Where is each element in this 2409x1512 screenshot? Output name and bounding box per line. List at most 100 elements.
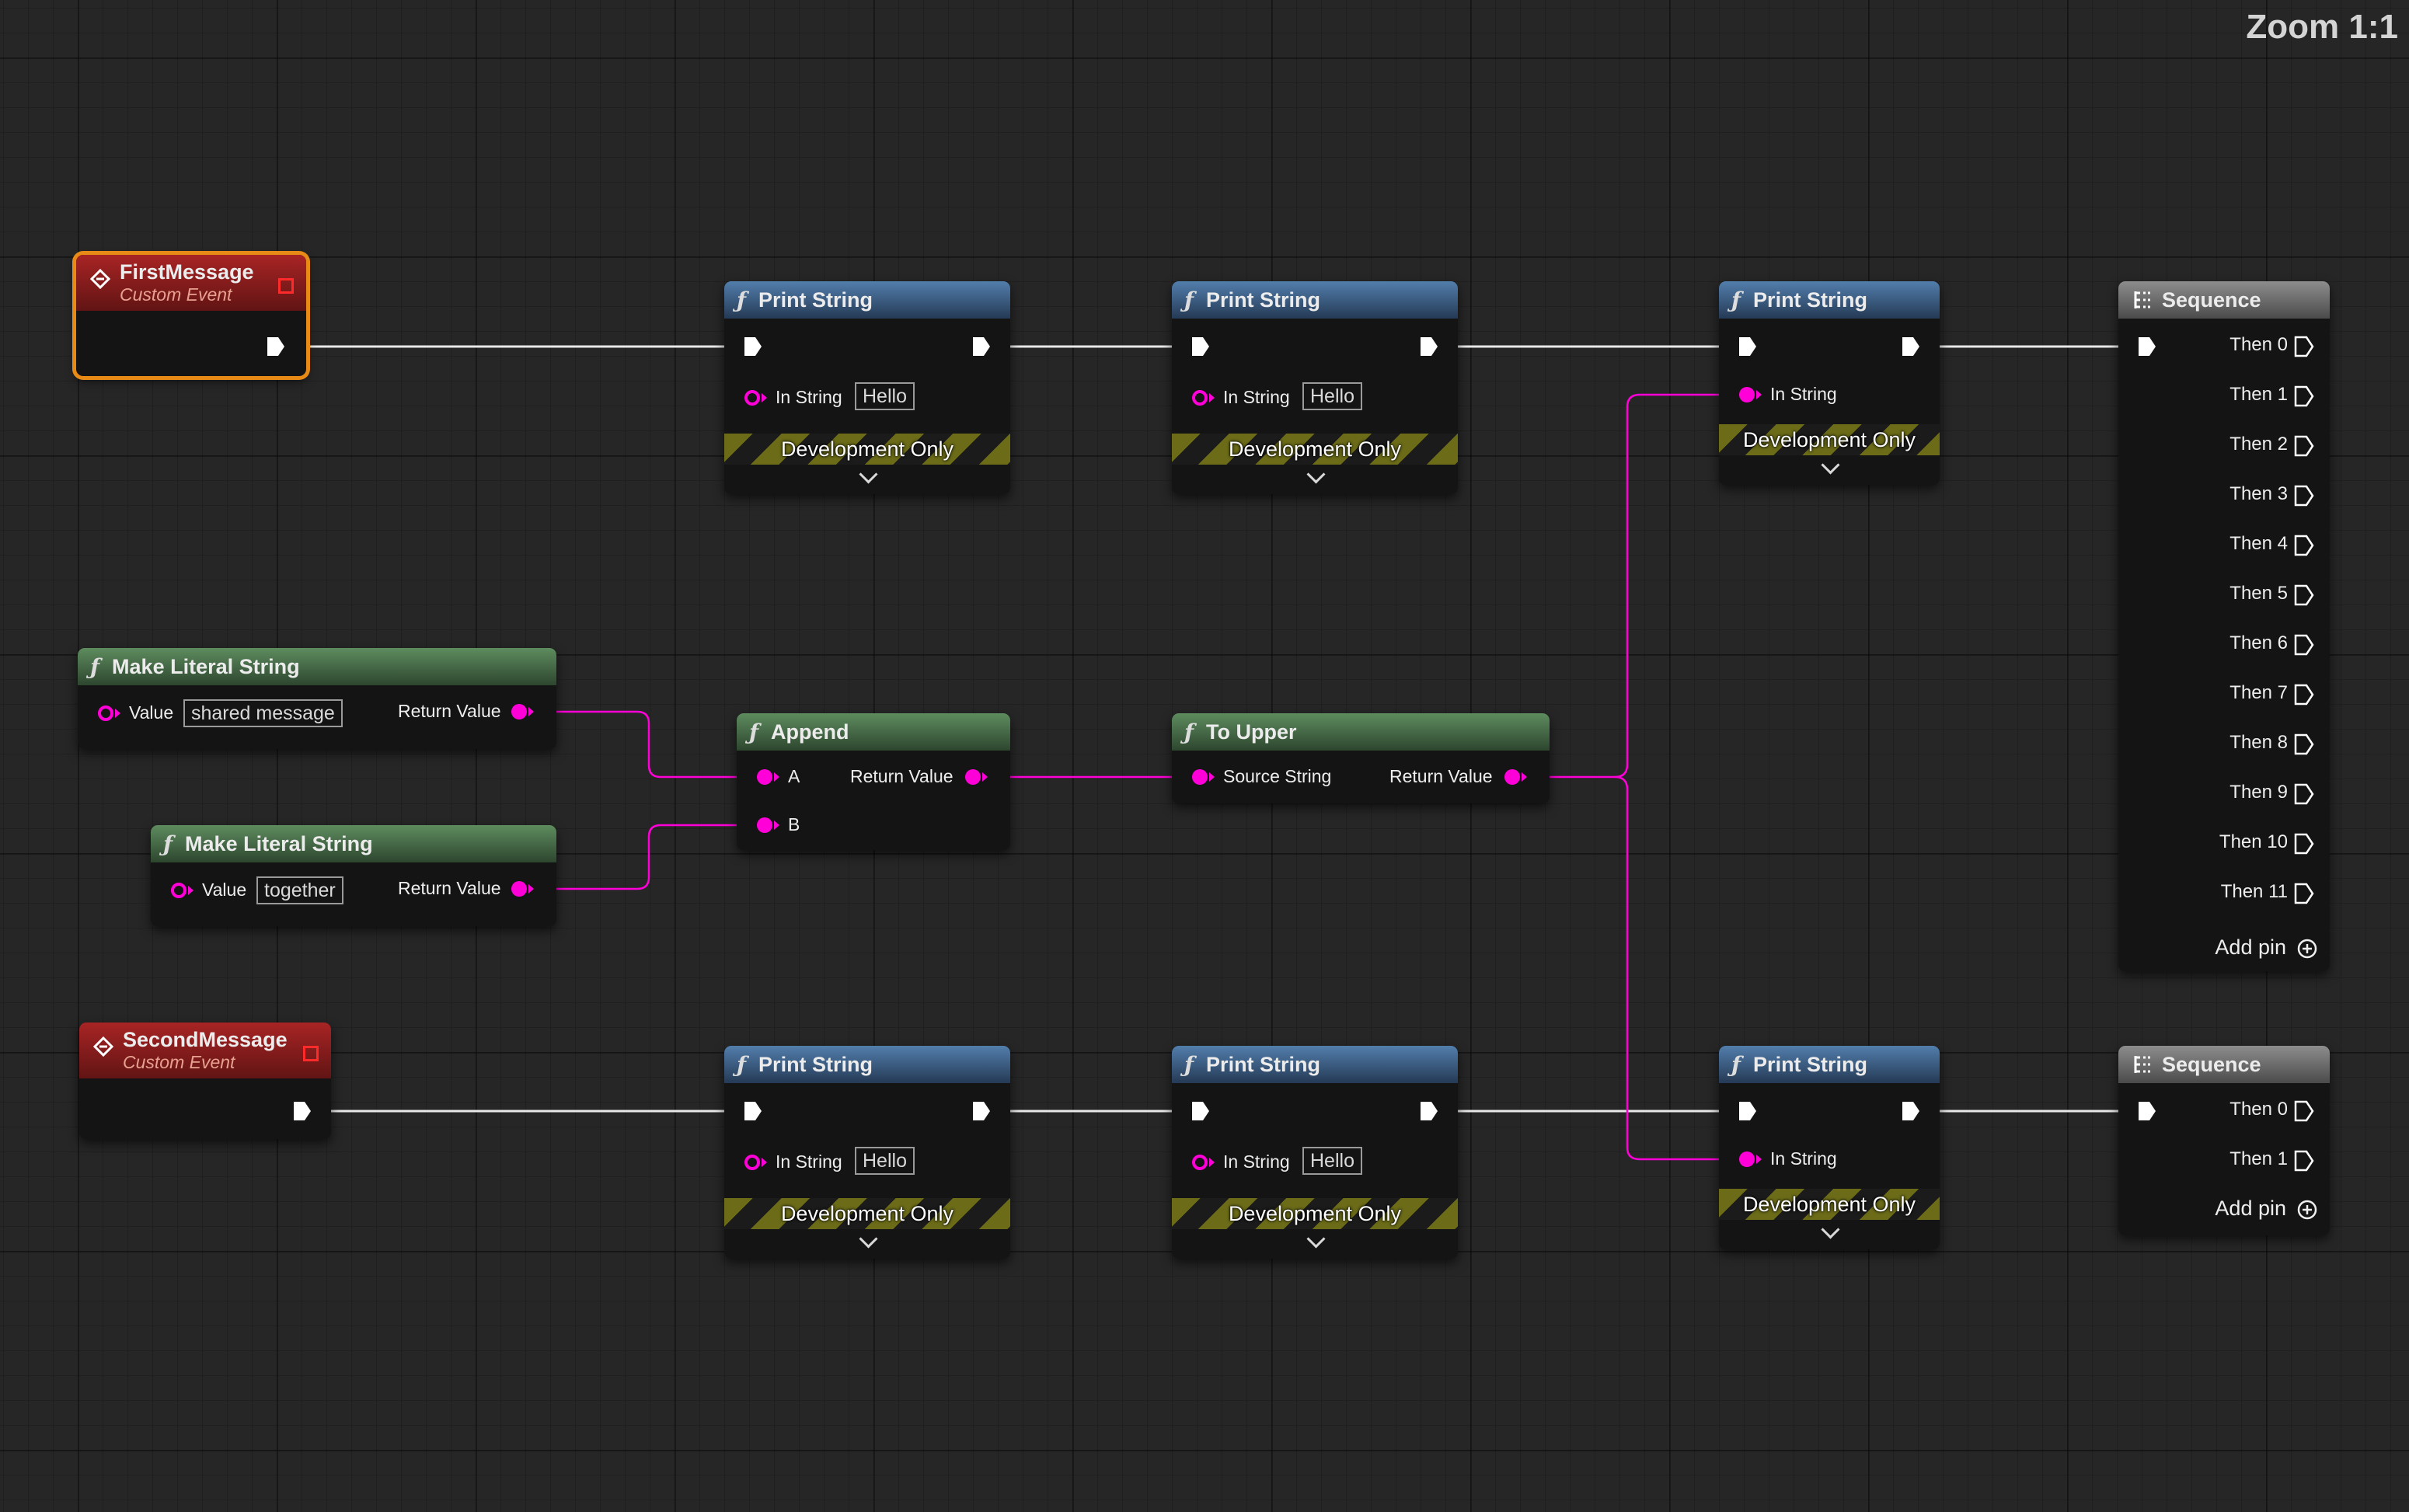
exec-out-pin-icon[interactable] (2294, 1150, 2314, 1172)
return-value-pin-icon[interactable] (1504, 769, 1520, 785)
sequence-output-label: Then 6 (2229, 632, 2288, 653)
in-string-field[interactable]: Hello (855, 1147, 915, 1175)
exec-in-pin-icon[interactable] (1191, 336, 1211, 357)
string-in-pin-icon[interactable] (1192, 1155, 1208, 1170)
value-in-pin-icon[interactable] (171, 883, 187, 898)
return-value-label: Return Value (398, 878, 501, 898)
add-pin-plus-icon[interactable] (2297, 1200, 2317, 1220)
exec-out-pin-icon[interactable] (2294, 1100, 2314, 1122)
pin-label: In String (1770, 384, 1837, 404)
return-value-pin-icon[interactable] (511, 881, 527, 897)
value-field[interactable]: shared message (183, 699, 343, 727)
exec-out-pin-icon[interactable] (1901, 1100, 1921, 1122)
print-string-node[interactable]: ƒ Print String In String Hello Developmen… (1172, 281, 1458, 494)
exec-in-pin-icon[interactable] (1738, 1100, 1758, 1122)
expand-chevron-icon[interactable] (859, 465, 878, 484)
node-title: Print String (1206, 287, 1321, 312)
make-literal-string-node[interactable]: ƒ Make Literal String Value shared messag… (78, 648, 556, 749)
pin-label: In String (1223, 387, 1290, 407)
pin-arrow-icon (774, 820, 779, 830)
function-icon: ƒ (737, 1051, 747, 1078)
node-header: ƒ Print String (1172, 1046, 1458, 1083)
string-in-pin-icon[interactable] (1739, 1151, 1755, 1167)
node-title: Print String (758, 287, 873, 312)
in-string-field[interactable]: Hello (855, 382, 915, 410)
exec-in-pin-icon[interactable] (1738, 336, 1758, 357)
make-literal-string-node[interactable]: ƒ Make Literal String Value together Retu… (151, 825, 556, 926)
return-value-pin-icon[interactable] (511, 704, 527, 719)
pin-arrow-icon (1209, 772, 1215, 782)
event-node-first-message[interactable]: FirstMessage Custom Event (76, 255, 306, 376)
sequence-output-label: Then 1 (2229, 1148, 2288, 1169)
exec-out-pin-icon[interactable] (2294, 385, 2314, 407)
expand-chevron-icon[interactable] (859, 1229, 878, 1249)
blueprint-graph-canvas[interactable]: Zoom 1:1 FirstMessage Custom Event Secon… (0, 0, 2409, 1512)
development-only-banner: Development Only (724, 434, 1010, 465)
exec-out-pin-icon[interactable] (1419, 336, 1439, 357)
exec-out-pin-icon[interactable] (2294, 535, 2314, 556)
b-in-pin-icon[interactable] (757, 817, 772, 833)
node-title: Print String (1753, 287, 1868, 312)
a-in-pin-icon[interactable] (757, 769, 772, 785)
exec-out-pin-icon[interactable] (971, 1100, 992, 1122)
print-string-node[interactable]: ƒ Print String In String Hello Developmen… (1172, 1046, 1458, 1259)
exec-out-pin-icon[interactable] (2294, 684, 2314, 705)
source-string-pin-icon[interactable] (1192, 769, 1208, 785)
exec-out-pin-icon[interactable] (2294, 833, 2314, 855)
function-icon: ƒ (737, 287, 747, 313)
exec-out-pin-icon[interactable] (971, 336, 992, 357)
expand-chevron-icon[interactable] (1306, 1229, 1326, 1249)
function-icon: ƒ (1184, 719, 1194, 745)
expand-chevron-icon[interactable] (1821, 455, 1840, 475)
in-string-field[interactable]: Hello (1302, 382, 1362, 410)
event-node-second-message[interactable]: SecondMessage Custom Event (79, 1023, 331, 1139)
exec-out-pin-icon[interactable] (266, 336, 286, 357)
exec-out-pin-icon[interactable] (2294, 336, 2314, 357)
string-wire (532, 824, 763, 890)
print-string-node[interactable]: ƒ Print String In String Hello Developmen… (724, 281, 1010, 494)
in-string-field[interactable]: Hello (1302, 1147, 1362, 1175)
delegate-pin-icon[interactable] (278, 278, 294, 294)
exec-in-pin-icon[interactable] (1191, 1100, 1211, 1122)
event-icon (93, 1036, 113, 1057)
pin-label: In String (1223, 1151, 1290, 1172)
exec-in-pin-icon[interactable] (2137, 1100, 2157, 1122)
return-value-pin-icon[interactable] (965, 769, 981, 785)
exec-out-pin-icon[interactable] (2294, 634, 2314, 656)
string-in-pin-icon[interactable] (744, 1155, 760, 1170)
expand-chevron-icon[interactable] (1821, 1220, 1840, 1239)
append-node[interactable]: ƒ Append A B Return Value (737, 713, 1010, 850)
value-in-pin-icon[interactable] (98, 705, 113, 721)
exec-in-pin-icon[interactable] (743, 1100, 763, 1122)
exec-out-pin-icon[interactable] (2294, 485, 2314, 507)
print-string-node[interactable]: ƒ Print String In String Hello Developmen… (724, 1046, 1010, 1259)
exec-out-pin-icon[interactable] (2294, 783, 2314, 805)
exec-out-pin-icon[interactable] (1419, 1100, 1439, 1122)
event-header: SecondMessage Custom Event (79, 1023, 331, 1078)
pin-arrow-icon (1209, 1158, 1215, 1167)
exec-out-pin-icon[interactable] (2294, 883, 2314, 904)
add-pin-plus-icon[interactable] (2297, 939, 2317, 959)
pin-arrow-icon (762, 393, 767, 402)
exec-out-pin-icon[interactable] (292, 1100, 312, 1122)
string-in-pin-icon[interactable] (1192, 390, 1208, 406)
node-title: Make Literal String (112, 654, 300, 678)
print-string-node[interactable]: ƒ Print String In String Development Only (1719, 281, 1940, 485)
sequence-node[interactable]: Sequence Then 0 Then 1 Then 2 Then 3 Then 4 T… (2118, 281, 2330, 971)
exec-out-pin-icon[interactable] (1901, 336, 1921, 357)
delegate-pin-icon[interactable] (303, 1046, 319, 1061)
string-in-pin-icon[interactable] (744, 390, 760, 406)
node-header: ƒ Print String (1719, 1046, 1940, 1083)
to-upper-node[interactable]: ƒ To Upper Source String Return Value (1172, 713, 1550, 803)
print-string-node[interactable]: ƒ Print String In String Development Only (1719, 1046, 1940, 1249)
exec-out-pin-icon[interactable] (2294, 733, 2314, 755)
value-field[interactable]: together (256, 876, 343, 904)
expand-chevron-icon[interactable] (1306, 465, 1326, 484)
exec-in-pin-icon[interactable] (2137, 336, 2157, 357)
exec-out-pin-icon[interactable] (2294, 435, 2314, 457)
exec-in-pin-icon[interactable] (743, 336, 763, 357)
exec-out-pin-icon[interactable] (2294, 584, 2314, 606)
string-in-pin-icon[interactable] (1739, 387, 1755, 402)
sequence-node[interactable]: Sequence Then 0 Then 1 Add pin (2118, 1046, 2330, 1235)
sequence-output-label: Then 0 (2229, 1099, 2288, 1120)
